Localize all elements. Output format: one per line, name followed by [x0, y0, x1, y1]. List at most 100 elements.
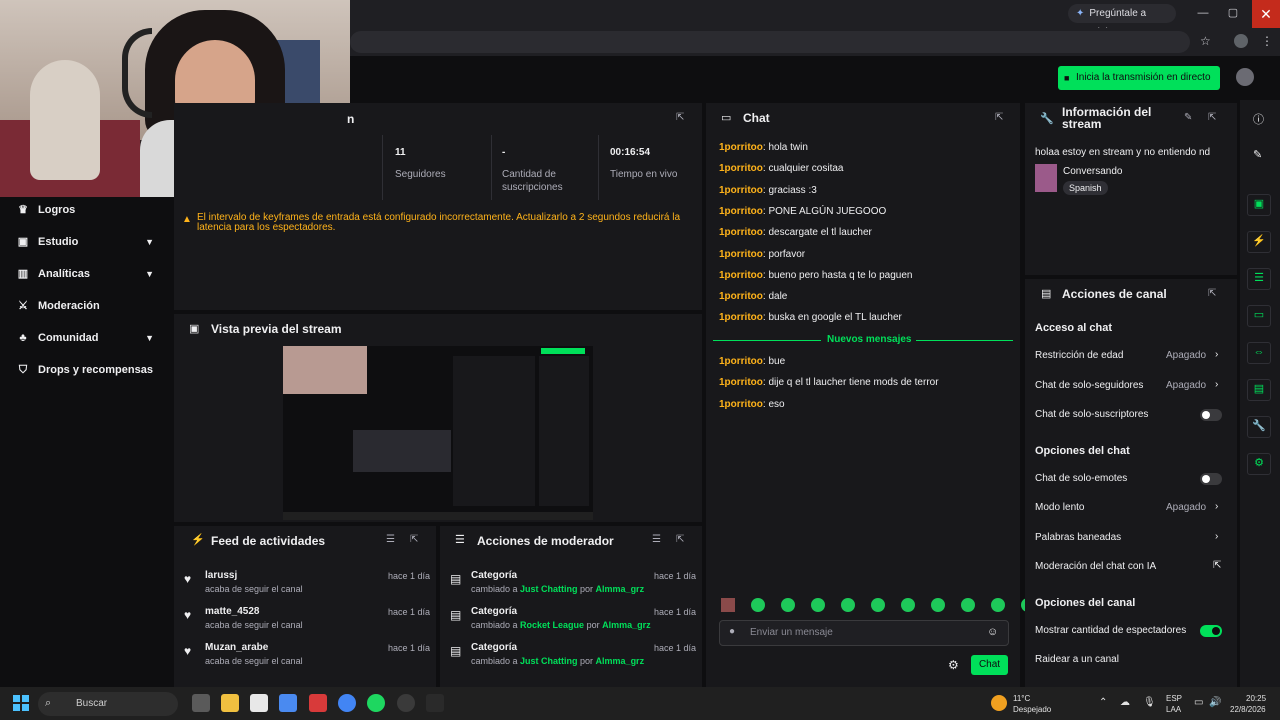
modaction-category[interactable]: Rocket League: [520, 620, 584, 630]
modaction-user[interactable]: Almma_grz: [596, 656, 645, 666]
sidebar-item-comunidad[interactable]: ♣ Comunidad ▼: [16, 328, 166, 348]
emote-icon[interactable]: [811, 598, 825, 612]
popout-icon[interactable]: ⇱: [676, 534, 684, 545]
chevron-down-icon[interactable]: ▼: [145, 232, 154, 252]
spotify-icon[interactable]: [367, 694, 385, 712]
emote-icon[interactable]: [931, 598, 945, 612]
emote-icon[interactable]: [781, 598, 795, 612]
windows-start-icon[interactable]: [13, 695, 29, 711]
sidebar-item-estudio[interactable]: ▣ Estudio ▼: [16, 232, 166, 252]
obs-icon[interactable]: [397, 694, 415, 712]
chat-username[interactable]: 1porritoo: [719, 185, 763, 196]
store-icon[interactable]: [250, 694, 268, 712]
toggle-switch[interactable]: [1200, 472, 1222, 485]
gear-icon[interactable]: ⚙: [948, 658, 959, 672]
chat-username[interactable]: 1porritoo: [719, 249, 763, 260]
tray-app-icon[interactable]: ☁: [1120, 698, 1130, 708]
pencil-icon[interactable]: ✎: [1253, 148, 1262, 161]
chat-username[interactable]: 1porritoo: [719, 163, 763, 174]
volume-icon[interactable]: 🔊: [1209, 698, 1221, 708]
monitor-icon[interactable]: ▭: [1194, 698, 1203, 708]
popout-icon[interactable]: ⇱: [676, 112, 684, 123]
popout-icon[interactable]: ⇱: [995, 112, 1003, 123]
filter-icon[interactable]: ☰: [652, 534, 661, 545]
epic-games-icon[interactable]: [426, 694, 444, 712]
profile-icon[interactable]: [1234, 34, 1248, 48]
chat-username[interactable]: 1porritoo: [719, 377, 763, 388]
sidebar-item-drops-y-recompensas[interactable]: ⛉ Drops y recompensas: [16, 360, 166, 380]
chat-send-button[interactable]: Chat: [971, 655, 1008, 675]
maximize-button[interactable]: ▢: [1223, 5, 1243, 21]
microphone-icon[interactable]: 🎙: [1143, 698, 1156, 708]
category-name[interactable]: Conversando: [1063, 166, 1122, 177]
app-icon[interactable]: [279, 694, 297, 712]
stream-preview[interactable]: [283, 346, 593, 520]
chrome-icon[interactable]: [338, 694, 356, 712]
address-bar[interactable]: [350, 31, 1190, 53]
sidebar-item-logros[interactable]: ♛ Logros: [16, 200, 166, 220]
chat-username[interactable]: 1porritoo: [719, 399, 763, 410]
star-icon[interactable]: ☆: [1200, 34, 1211, 48]
info-icon[interactable]: ⓘ: [1253, 111, 1264, 127]
avatar[interactable]: [1236, 68, 1254, 86]
emoji-icon[interactable]: ☺: [987, 626, 998, 638]
close-button[interactable]: ✕: [1252, 0, 1280, 28]
keyboard-layout[interactable]: LAA: [1166, 705, 1181, 715]
feed-username[interactable]: larussj: [205, 570, 237, 581]
file-explorer-icon[interactable]: [221, 694, 239, 712]
chevron-down-icon[interactable]: ▼: [145, 264, 154, 284]
chat-username[interactable]: 1porritoo: [719, 291, 763, 302]
feed-username[interactable]: matte_4528: [205, 606, 259, 617]
emote-icon[interactable]: [751, 598, 765, 612]
chevron-right-icon[interactable]: ›: [1215, 531, 1218, 542]
clock-date[interactable]: 22/8/2026: [1230, 705, 1266, 715]
emote-icon[interactable]: [841, 598, 855, 612]
external-link-icon[interactable]: ⇱: [1213, 560, 1221, 571]
chat-input[interactable]: Enviar un mensaje: [719, 620, 1009, 646]
task-view-icon[interactable]: [192, 694, 210, 712]
chat-badge-icon[interactable]: ●: [729, 626, 735, 637]
popout-icon[interactable]: ⇱: [1208, 288, 1216, 299]
filter-icon[interactable]: ☰: [386, 534, 395, 545]
chat-username[interactable]: 1porritoo: [719, 270, 763, 281]
feed-username[interactable]: Muzan_arabe: [205, 642, 268, 653]
emote-thumb[interactable]: [721, 598, 735, 612]
chat-username[interactable]: 1porritoo: [719, 206, 763, 217]
gemini-button[interactable]: ✦Pregúntale a Gemini: [1068, 4, 1176, 38]
emote-icon[interactable]: [991, 598, 1005, 612]
chevron-right-icon[interactable]: ›: [1215, 349, 1218, 360]
clock-time[interactable]: 20:25: [1246, 694, 1266, 704]
toggle-switch[interactable]: [1200, 409, 1222, 421]
gift-icon: ⛉: [18, 364, 28, 376]
emote-icon[interactable]: [871, 598, 885, 612]
toggle-switch[interactable]: [1200, 624, 1222, 637]
chevron-right-icon[interactable]: ›: [1215, 379, 1218, 390]
chevron-right-icon[interactable]: ›: [1215, 501, 1218, 512]
popout-icon[interactable]: ⇱: [410, 534, 418, 545]
modaction-category[interactable]: Just Chatting: [520, 656, 578, 666]
edit-icon[interactable]: ✎: [1184, 112, 1192, 123]
tray-chevron-icon[interactable]: ⌃: [1099, 698, 1107, 708]
sidebar-item-moderación[interactable]: ⚔ Moderación: [16, 296, 166, 316]
sidebar-item-analíticas[interactable]: ▥ Analíticas ▼: [16, 264, 166, 284]
setting-value: Apagado: [1166, 502, 1207, 513]
chevron-down-icon[interactable]: ▼: [145, 328, 154, 348]
chat-username[interactable]: 1porritoo: [719, 312, 763, 323]
taskbar-search[interactable]: Buscar: [38, 692, 178, 716]
chat-username[interactable]: 1porritoo: [719, 142, 763, 153]
chat-username[interactable]: 1porritoo: [719, 227, 763, 238]
popout-icon[interactable]: ⇱: [1208, 112, 1216, 123]
feed-action: acaba de seguir el canal: [205, 584, 303, 594]
chat-username[interactable]: 1porritoo: [719, 356, 763, 367]
modaction-user[interactable]: Almma_grz: [596, 584, 645, 594]
minimize-button[interactable]: —: [1193, 5, 1213, 21]
emote-icon[interactable]: [901, 598, 915, 612]
browser-menu-icon[interactable]: ⋮: [1261, 34, 1273, 48]
emote-icon[interactable]: [961, 598, 975, 612]
office-icon[interactable]: [309, 694, 327, 712]
go-live-button[interactable]: ■ Inicia la transmisión en directo: [1058, 66, 1220, 90]
modaction-category[interactable]: Just Chatting: [520, 584, 578, 594]
language-code[interactable]: ESP: [1166, 694, 1182, 704]
modaction-user[interactable]: Almma_grz: [602, 620, 651, 630]
language-tag[interactable]: Spanish: [1063, 181, 1108, 195]
